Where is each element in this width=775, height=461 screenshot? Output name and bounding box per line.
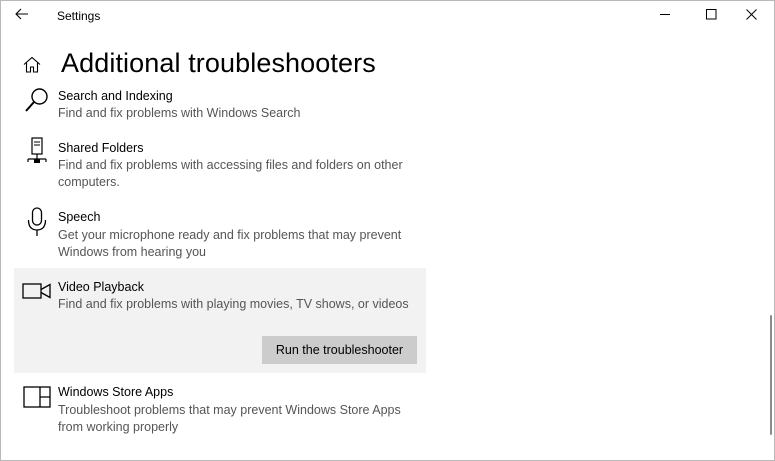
back-button[interactable] <box>7 3 37 29</box>
troubleshooter-description: Get your microphone ready and fix proble… <box>58 228 402 259</box>
troubleshooter-name: Search and Indexing <box>58 89 173 103</box>
troubleshooter-video-playback[interactable]: Video Playback Find and fix problems wit… <box>14 268 426 373</box>
minimize-icon <box>659 7 671 25</box>
troubleshooter-description: Find and fix problems with accessing fil… <box>58 158 403 189</box>
troubleshooter-name: Speech <box>58 210 101 224</box>
close-icon <box>745 7 757 25</box>
minimize-button[interactable] <box>642 1 688 31</box>
vertical-scrollbar[interactable] <box>767 33 773 460</box>
troubleshooter-name: Shared Folders <box>58 141 144 155</box>
title-bar: Settings <box>1 1 774 33</box>
back-arrow-icon <box>15 7 29 25</box>
troubleshooter-search-indexing[interactable]: Search and Indexing Find and fix problem… <box>14 85 426 125</box>
maximize-icon <box>705 7 717 25</box>
network-computer-icon <box>22 137 52 167</box>
home-button[interactable] <box>21 56 43 78</box>
troubleshooter-shared-folders[interactable]: Shared Folders Find and fix problems wit… <box>14 137 426 195</box>
store-apps-icon <box>22 386 52 416</box>
troubleshooter-speech[interactable]: Speech Get your microphone ready and fix… <box>14 206 426 264</box>
troubleshooter-description: Find and fix problems with Windows Searc… <box>58 106 301 120</box>
page-title: Additional troubleshooters <box>61 48 376 78</box>
troubleshooter-name: Windows Store Apps <box>58 385 174 399</box>
scrollbar-thumb[interactable] <box>770 315 772 435</box>
search-icon <box>22 87 52 117</box>
troubleshooter-windows-store-apps[interactable]: Windows Store Apps Troubleshoot problems… <box>14 381 426 439</box>
troubleshooter-name: Video Playback <box>58 280 144 294</box>
settings-window: Settings Additional troubleshooters Sear… <box>0 0 775 461</box>
troubleshooter-description: Troubleshoot problems that may prevent W… <box>58 403 401 434</box>
microphone-icon <box>22 207 52 237</box>
app-title: Settings <box>57 9 101 23</box>
home-icon <box>23 56 41 78</box>
troubleshooter-description: Find and fix problems with playing movie… <box>58 297 409 311</box>
run-troubleshooter-button[interactable]: Run the troubleshooter <box>262 336 417 364</box>
video-camera-icon <box>22 282 52 312</box>
close-button[interactable] <box>728 1 774 31</box>
